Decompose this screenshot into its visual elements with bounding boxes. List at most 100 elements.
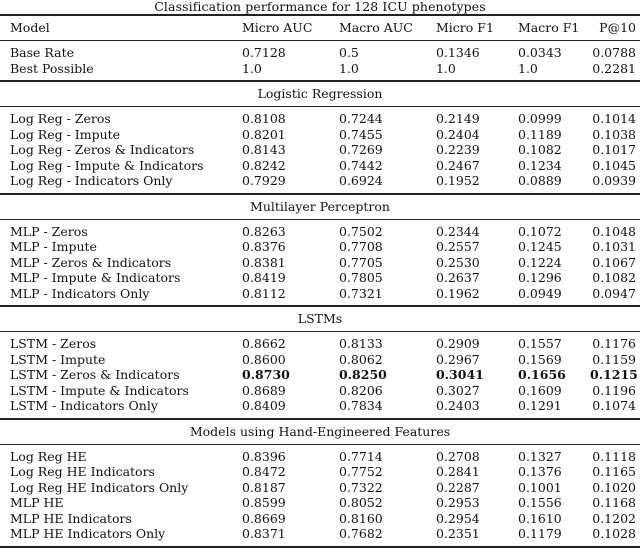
macro-f1-cell: 0.1656 [518, 367, 566, 382]
micro-auc-cell: 0.8376 [242, 239, 286, 254]
macro-auc-cell: 0.7752 [339, 464, 383, 479]
macro-auc-cell: 0.7705 [339, 254, 383, 270]
model-name-cell: Best Possible [10, 60, 94, 76]
micro-auc-cell: 0.8409 [242, 398, 286, 413]
model-name-cell: MLP - Impute & Indicators [10, 270, 181, 285]
table-row: Log Reg HE Indicators 0.8472 0.7752 0.2841 0… [0, 464, 640, 480]
macro-f1-cell: 0.1609 [518, 382, 562, 398]
micro-f1-cell: 0.2287 [436, 479, 480, 495]
model-name-cell: LSTM - Impute [10, 351, 106, 367]
p-at-10-cell: 0.1202 [592, 510, 636, 526]
table-row: MLP - Impute 0.8376 0.7708 0.2557 0.1245 0.10… [0, 239, 640, 255]
macro-auc-cell: 1.0 [339, 60, 359, 76]
table-row: LSTM - Impute 0.8600 0.8062 0.2967 0.1569 0.1… [0, 352, 640, 368]
model-name-cell: LSTM - Zeros & Indicators [10, 367, 180, 382]
p-at-10-cell: 0.1020 [592, 479, 636, 495]
macro-auc-cell: 0.7805 [339, 270, 383, 285]
micro-f1-cell: 0.2467 [436, 157, 480, 173]
table-row: MLP - Indicators Only 0.8112 0.7321 0.1962 0… [0, 286, 640, 307]
macro-f1-cell: 0.1179 [508, 526, 590, 548]
model-name-cell: Log Reg HE [0, 443, 232, 464]
macro-auc-cell: 0.7322 [339, 479, 383, 495]
column-header-micro-f1: Micro F1 [426, 14, 508, 41]
column-header-micro-auc: Micro AUC [232, 14, 329, 41]
model-name-cell: MLP HE Indicators [10, 510, 132, 526]
micro-auc-cell: 0.8689 [242, 382, 286, 398]
micro-f1-cell: 0.2239 [436, 142, 480, 157]
table-row: MLP HE 0.8599 0.8052 0.2953 0.1556 0.1168 [0, 495, 640, 511]
p-at-10-cell: 0.1215 [590, 367, 638, 382]
p-at-10-cell: 0.2281 [592, 60, 636, 76]
macro-f1-cell: 0.1224 [518, 254, 562, 270]
model-name-cell: MLP - Indicators Only [10, 285, 150, 301]
macro-auc-cell: 0.7502 [329, 218, 426, 239]
micro-f1-cell: 0.2344 [426, 218, 508, 239]
table-row: MLP HE Indicators Only 0.8371 0.7682 0.2351… [0, 526, 640, 548]
micro-auc-cell: 1.0 [242, 60, 262, 76]
model-name-cell: MLP HE [10, 495, 64, 510]
model-name-cell: MLP - Impute [10, 239, 97, 254]
macro-f1-cell: 0.1296 [518, 270, 562, 285]
macro-f1-cell: 0.1245 [518, 239, 562, 254]
section-header-row: LSTMs [0, 305, 640, 332]
model-name-cell: Log Reg HE Indicators Only [10, 479, 189, 495]
table-row: MLP HE Indicators 0.8669 0.8160 0.2954 0.161… [0, 511, 640, 527]
micro-auc-cell: 0.8472 [242, 464, 286, 479]
p-at-10-cell: 0.1196 [592, 382, 636, 398]
model-name-cell: LSTM - Zeros [0, 331, 232, 352]
p-at-10-cell: 0.1082 [592, 270, 636, 285]
macro-f1-cell: 1.0 [518, 60, 538, 76]
macro-auc-cell: 0.7708 [339, 239, 383, 254]
macro-auc-cell: 0.7244 [329, 106, 426, 127]
macro-f1-cell: 0.1001 [518, 479, 562, 495]
macro-auc-cell: 0.8160 [339, 510, 383, 526]
section-header-row: Logistic Regression [0, 80, 640, 107]
micro-auc-cell: 0.8201 [242, 126, 286, 142]
macro-f1-cell: 0.0999 [508, 106, 590, 127]
micro-auc-cell: 0.8396 [232, 443, 329, 464]
micro-auc-cell: 0.8371 [232, 526, 329, 548]
micro-f1-cell: 0.2967 [436, 351, 480, 367]
p-at-10-cell: 0.1118 [590, 443, 640, 464]
micro-auc-cell: 0.8112 [242, 285, 286, 301]
micro-auc-cell: 0.8242 [242, 157, 286, 173]
macro-f1-cell: 0.1189 [518, 126, 562, 142]
p-at-10-cell: 0.1014 [590, 106, 640, 127]
micro-f1-cell: 0.2149 [426, 106, 508, 127]
micro-f1-cell: 0.2708 [426, 443, 508, 464]
table-row: MLP - Zeros & Indicators 0.8381 0.7705 0.25… [0, 255, 640, 271]
p-at-10-cell: 0.1045 [592, 157, 636, 173]
p-at-10-cell: 0.1031 [592, 239, 636, 254]
p-at-10-cell: 0.0788 [590, 40, 640, 61]
p-at-10-cell: 0.0939 [592, 173, 636, 188]
macro-f1-cell: 0.0343 [508, 40, 590, 61]
baseline-row: Best Possible 1.0 1.0 1.0 1.0 0.2281 [0, 61, 640, 82]
macro-auc-cell: 0.7269 [339, 142, 383, 157]
micro-f1-cell: 0.3027 [436, 382, 480, 398]
model-name-cell: Base Rate [0, 40, 232, 61]
micro-f1-cell: 0.2351 [426, 526, 508, 548]
macro-auc-cell: 0.7714 [329, 443, 426, 464]
p-at-10-cell: 0.1165 [592, 464, 636, 479]
macro-f1-cell: 0.1557 [508, 331, 590, 352]
micro-auc-cell: 0.8662 [232, 331, 329, 352]
results-table: Model Micro AUC Macro AUC Micro F1 Macro… [0, 14, 640, 548]
micro-f1-cell: 0.2909 [426, 331, 508, 352]
section-title: Logistic Regression [0, 80, 640, 107]
table-caption: Classification performance for 128 ICU p… [154, 0, 486, 14]
macro-auc-cell: 0.8206 [339, 382, 383, 398]
macro-auc-cell: 0.8250 [339, 367, 387, 382]
macro-f1-cell: 0.0889 [518, 173, 562, 188]
section-title: LSTMs [0, 305, 640, 332]
table-row: MLP - Zeros 0.8263 0.7502 0.2344 0.1072 0.104… [0, 218, 640, 239]
table-row: LSTM - Impute & Indicators 0.8689 0.8206 0.… [0, 383, 640, 399]
macro-auc-cell: 0.7455 [339, 126, 383, 142]
p-at-10-cell: 0.1038 [592, 126, 636, 142]
macro-auc-cell: 0.8062 [339, 351, 383, 367]
macro-auc-cell: 0.8133 [329, 331, 426, 352]
baseline-row: Base Rate 0.7128 0.5 0.1346 0.0343 0.0788 [0, 40, 640, 61]
table-row: Log Reg - Impute 0.8201 0.7455 0.2404 0.1189… [0, 127, 640, 143]
model-name-cell: Log Reg - Zeros [0, 106, 232, 127]
table-row: LSTM - Zeros & Indicators 0.8730 0.8250 0.3… [0, 367, 640, 383]
column-header-model: Model [0, 14, 232, 41]
